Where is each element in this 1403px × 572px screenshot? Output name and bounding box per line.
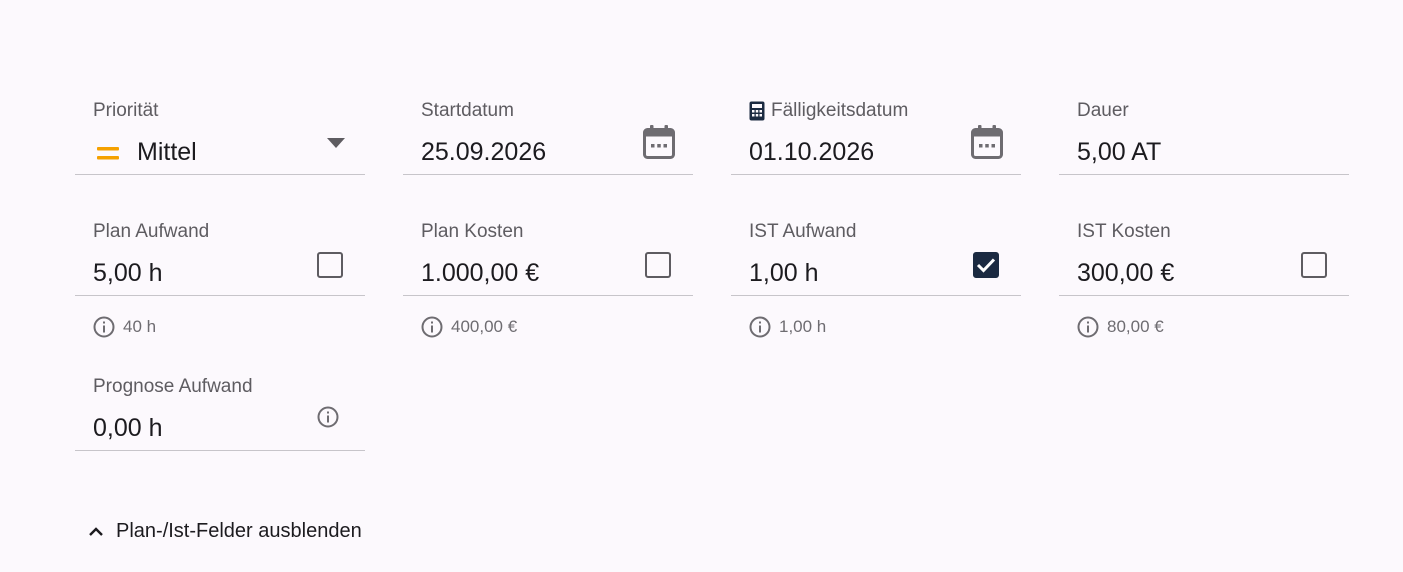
ist-kosten-hint-text: 80,00 €: [1107, 317, 1164, 336]
priority-medium-icon: [95, 142, 121, 164]
plan-ist-toggle-label: Plan-/Ist-Felder ausblenden: [116, 520, 362, 542]
prognose-aufwand-value: 0,00 h: [93, 414, 163, 442]
plan-kosten-checkbox[interactable]: [643, 250, 673, 280]
faelligkeitsdatum-label: Fälligkeitsdatum: [771, 100, 909, 121]
ist-aufwand-hint: 1,00 h: [749, 316, 826, 338]
plan-kosten-label: Plan Kosten: [421, 221, 524, 242]
chevron-up-icon: [88, 526, 104, 538]
plan-ist-toggle-button[interactable]: Plan-/Ist-Felder ausblenden: [88, 520, 362, 543]
ist-aufwand-field[interactable]: IST Aufwand 1,00 h: [731, 208, 1021, 296]
prognose-aufwand-label: Prognose Aufwand: [93, 376, 253, 397]
plan-aufwand-hint-text: 40 h: [123, 317, 157, 336]
dauer-label: Dauer: [1077, 100, 1129, 121]
startdatum-label: Startdatum: [421, 100, 514, 121]
prognose-aufwand-field[interactable]: Prognose Aufwand 0,00 h: [75, 363, 365, 451]
calendar-icon[interactable]: [969, 124, 1005, 160]
startdatum-value: 25.09.2026: [421, 138, 547, 166]
plan-kosten-hint-text: 400,00 €: [451, 317, 518, 336]
checkbox-unchecked-icon: [1301, 252, 1327, 278]
ist-aufwand-label: IST Aufwand: [749, 221, 857, 242]
calendar-icon[interactable]: [641, 124, 677, 160]
info-icon[interactable]: [315, 404, 341, 430]
ist-kosten-value: 300,00 €: [1077, 259, 1175, 287]
plan-kosten-field[interactable]: Plan Kosten 1.000,00 €: [403, 208, 693, 296]
ist-aufwand-hint-text: 1,00 h: [779, 317, 827, 336]
dropdown-arrow-icon[interactable]: [321, 131, 351, 155]
info-icon: [1077, 316, 1099, 338]
info-icon: [421, 316, 443, 338]
calculator-icon: [749, 101, 765, 121]
dauer-field[interactable]: Dauer 5,00 AT: [1059, 87, 1349, 175]
plan-aufwand-hint: 40 h: [93, 316, 156, 338]
plan-kosten-value: 1.000,00 €: [421, 259, 540, 287]
checkbox-checked-icon: [973, 252, 999, 278]
plan-kosten-hint: 400,00 €: [421, 316, 517, 338]
info-icon: [749, 316, 771, 338]
ist-kosten-hint: 80,00 €: [1077, 316, 1164, 338]
prioritaet-field[interactable]: Priorität Mittel: [75, 87, 365, 175]
faelligkeitsdatum-value: 01.10.2026: [749, 138, 875, 166]
ist-kosten-label: IST Kosten: [1077, 221, 1171, 242]
faelligkeitsdatum-field[interactable]: Fälligkeitsdatum 01.10.2026: [731, 87, 1021, 175]
faelligkeitsdatum-label-wrap: Fälligkeitsdatum: [749, 100, 908, 122]
checkbox-unchecked-icon: [645, 252, 671, 278]
prioritaet-label: Priorität: [93, 100, 159, 121]
ist-aufwand-checkbox[interactable]: [971, 250, 1001, 280]
plan-ist-form: Priorität Mittel Startdatum 25.09.2026 F…: [0, 0, 1403, 572]
ist-kosten-field[interactable]: IST Kosten 300,00 €: [1059, 208, 1349, 296]
plan-aufwand-field[interactable]: Plan Aufwand 5,00 h: [75, 208, 365, 296]
plan-aufwand-value: 5,00 h: [93, 259, 163, 287]
startdatum-field[interactable]: Startdatum 25.09.2026: [403, 87, 693, 175]
checkbox-unchecked-icon: [317, 252, 343, 278]
plan-aufwand-checkbox[interactable]: [315, 250, 345, 280]
info-icon: [93, 316, 115, 338]
dauer-value: 5,00 AT: [1077, 138, 1162, 166]
ist-kosten-checkbox[interactable]: [1299, 250, 1329, 280]
prioritaet-value: Mittel: [137, 138, 197, 166]
ist-aufwand-value: 1,00 h: [749, 259, 819, 287]
plan-aufwand-label: Plan Aufwand: [93, 221, 210, 242]
